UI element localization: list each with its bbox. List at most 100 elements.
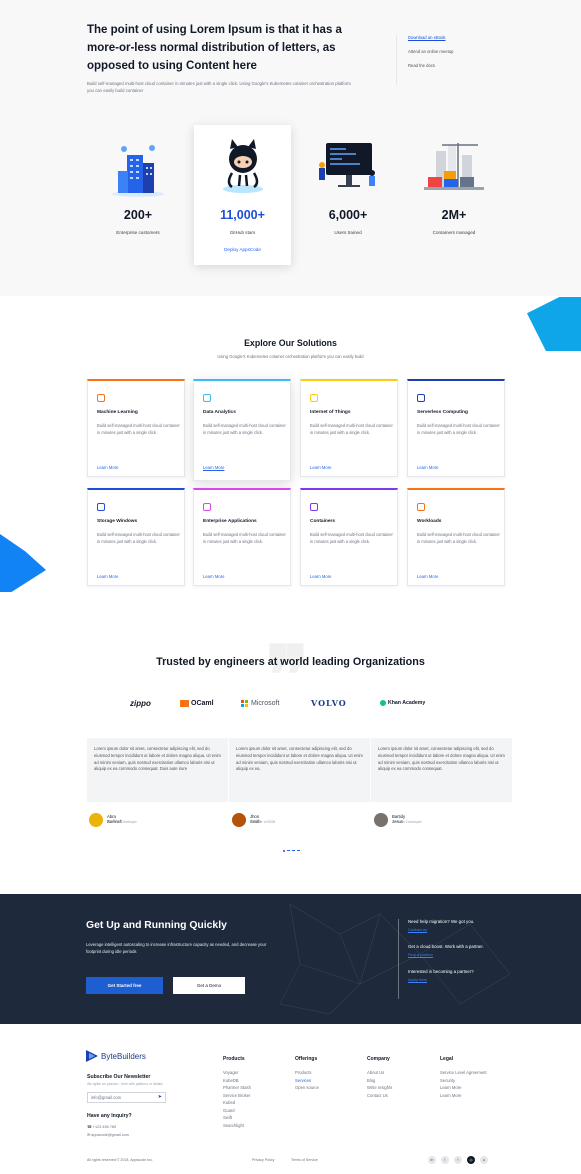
stat-value: 11,000+ (220, 208, 265, 222)
footer-link[interactable]: Learn More (440, 1093, 487, 1099)
learn-more-link[interactable]: Learn More (97, 574, 118, 579)
newsletter-title: Subscribe Our Newsletter (87, 1074, 151, 1080)
storage-icon (97, 503, 105, 511)
footer-link[interactable]: Contact Us (367, 1093, 392, 1099)
ocaml-text: OCaml (191, 699, 214, 707)
cta-title: Get Up and Running Quickly (86, 920, 227, 931)
get-demo-button[interactable]: Get a Demo (173, 977, 245, 994)
solution-card[interactable]: Data Analytics Build self-managed multi-h… (193, 379, 291, 481)
ocaml-logo: OCaml (180, 697, 214, 709)
footer-link[interactable]: Write Insights (367, 1085, 392, 1091)
terms-link[interactable]: Terms of Service (291, 1158, 318, 1162)
bytebuilders-logo-icon (86, 1050, 98, 1062)
stat-label: Enterprise customers (116, 230, 160, 235)
learn-more-link[interactable]: Learn More (310, 465, 331, 470)
carousel-dot[interactable] (287, 850, 290, 852)
contact-us-link[interactable]: Contact us (408, 927, 518, 932)
footer-link[interactable]: Products (295, 1070, 319, 1076)
carousel-dot[interactable] (297, 850, 300, 852)
solutions-title: Explore Our Solutions (244, 338, 337, 348)
analytics-icon (203, 394, 211, 402)
get-started-button[interactable]: Get Started free (86, 977, 163, 994)
solution-card[interactable]: Workloads Build self-managed multi-host c… (407, 488, 505, 586)
solution-card[interactable]: Internet of Things Build self-managed mul… (300, 379, 398, 477)
solution-title: Serverless Computing (417, 410, 468, 415)
enterprise-icon (203, 503, 211, 511)
solution-title: Enterprise Applications (203, 519, 257, 524)
find-partner-link[interactable]: Find a partner (408, 952, 518, 957)
learn-more-link[interactable]: Learn More (97, 465, 118, 470)
footer-link[interactable]: Service Level Agreement (440, 1070, 487, 1076)
footer-link[interactable]: KubeDB (223, 1078, 251, 1084)
read-docs-link[interactable]: Read the docs (408, 63, 486, 68)
solution-title: Machine Learning (97, 410, 138, 415)
download-ebook-link[interactable]: Download an eBook (408, 35, 486, 40)
cta-description: Leverage intelligent autoscaling to incr… (86, 942, 267, 954)
avatar (374, 813, 388, 827)
khan-leaf-icon (380, 700, 386, 706)
learn-more-link[interactable]: Learn More (203, 465, 224, 470)
facebook-icon[interactable]: f (454, 1156, 462, 1164)
solution-card[interactable]: Containers Build self-managed multi-host … (300, 488, 398, 586)
stat-containers: 2M+ Containers managed (404, 125, 504, 265)
learn-more-link[interactable]: Learn More (310, 574, 331, 579)
footer-link[interactable]: Swift (223, 1115, 251, 1121)
footer-link[interactable]: Guard (223, 1108, 251, 1114)
solution-description: Build self-managed multi-host cloud cont… (97, 532, 180, 544)
brand-logo[interactable]: ByteBuilders (86, 1050, 146, 1062)
footer-link[interactable]: Searchlight (223, 1123, 251, 1129)
learn-more-link[interactable]: Learn More (203, 574, 224, 579)
privacy-link[interactable]: Privacy Policy (252, 1158, 274, 1162)
training-monitor-icon (319, 143, 375, 187)
learn-more-link[interactable]: Learn More (417, 465, 438, 470)
learn-more-link[interactable]: Learn More (417, 574, 438, 579)
footer-column-legal: Legal Service Level Agreement Security Lear… (440, 1056, 487, 1101)
stat-value: 6,000+ (328, 208, 368, 222)
carousel-dot[interactable] (292, 850, 295, 852)
send-icon[interactable]: ➤ (158, 1094, 162, 1100)
online-meetup-link[interactable]: Attend an online meetup (408, 49, 486, 54)
microsoft-text: Microsoft (251, 699, 280, 707)
footer-link[interactable]: Kubed (223, 1100, 251, 1106)
footer-column-title: Legal (440, 1056, 454, 1062)
footer-link[interactable]: Voyager (223, 1070, 251, 1076)
twitter-icon[interactable]: t (441, 1156, 449, 1164)
footer-link[interactable]: Pharmer Stash (223, 1085, 251, 1091)
apply-here-link[interactable]: Apply here (408, 977, 518, 982)
iot-icon (310, 394, 318, 402)
footer-link[interactable]: Services (295, 1078, 319, 1084)
solution-card[interactable]: Storage Windows Build self-managed multi-… (87, 488, 185, 586)
footer-link[interactable]: Service Broker (223, 1093, 251, 1099)
avatar (89, 813, 103, 827)
linkedin-icon[interactable]: in (428, 1156, 436, 1164)
solution-title: Data Analytics (203, 410, 236, 415)
copyright: All rights reserved © 2018, Appscode Inc… (87, 1158, 153, 1162)
solution-title: Workloads (417, 519, 442, 524)
github-octocat-icon (222, 139, 263, 193)
footer-link[interactable]: Blog (367, 1078, 392, 1084)
footer-link[interactable]: Learn More (440, 1085, 487, 1091)
microsoft-logo: Microsoft (241, 697, 279, 709)
reddit-icon[interactable]: ● (480, 1156, 488, 1164)
serverless-icon (417, 394, 425, 402)
carousel-dot-active[interactable] (283, 849, 285, 852)
machine-learning-icon (97, 394, 105, 402)
github-icon[interactable]: ◎ (467, 1156, 475, 1164)
author-role: Founder of BDIB (250, 820, 276, 824)
footer-link[interactable]: About Us (367, 1070, 392, 1076)
solution-description: Build self-managed multi-host cloud cont… (310, 423, 393, 435)
migration-question: Need help migration? We got you. (408, 919, 475, 924)
solution-title: Internet of Things (310, 410, 351, 415)
solution-card[interactable]: Enterprise Applications Build self-manage… (193, 488, 291, 586)
deploy-appscode-link[interactable]: Deploy AppsCode (194, 247, 291, 252)
solution-description: Build self-managed multi-host cloud cont… (203, 423, 286, 435)
testimonial-card: Lorem ipsum dolor sit amet, consectetur … (371, 738, 512, 802)
footer-link[interactable]: Open source (295, 1085, 319, 1091)
footer-link[interactable]: Security (440, 1078, 487, 1084)
solution-description: Build self-managed multi-host cloud cont… (97, 423, 180, 435)
hero-links: Download an eBook Attend an online meetu… (396, 35, 486, 85)
solution-card[interactable]: Machine Learning Build self-managed multi… (87, 379, 185, 477)
solution-card[interactable]: Serverless Computing Build self-managed m… (407, 379, 505, 477)
newsletter-email-input[interactable]: info@gmail.com ➤ (87, 1092, 166, 1103)
phone-icon: ☎ (87, 1125, 92, 1129)
